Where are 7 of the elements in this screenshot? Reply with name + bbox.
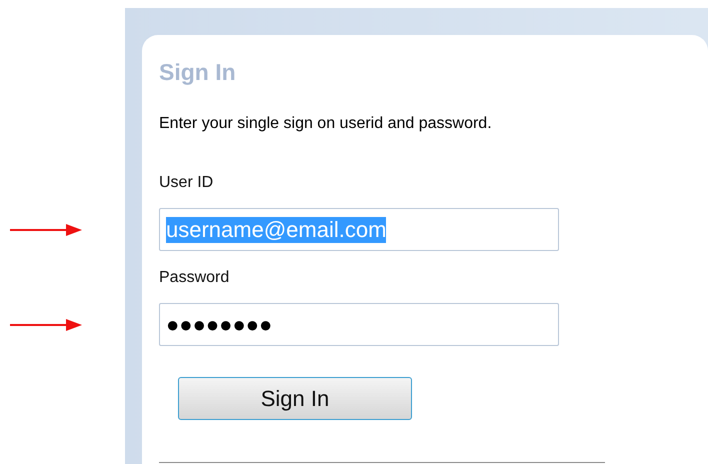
instructions: Enter your single sign on userid and password. <box>159 114 492 134</box>
field-label: Password <box>159 268 230 288</box>
field-value: username@email.com <box>166 216 386 242</box>
field-value: ●●●●●●●● <box>166 312 272 338</box>
field-label: User ID <box>159 173 214 193</box>
sign-in-button[interactable]: Sign In <box>178 377 412 420</box>
title: Sign In <box>159 58 236 87</box>
